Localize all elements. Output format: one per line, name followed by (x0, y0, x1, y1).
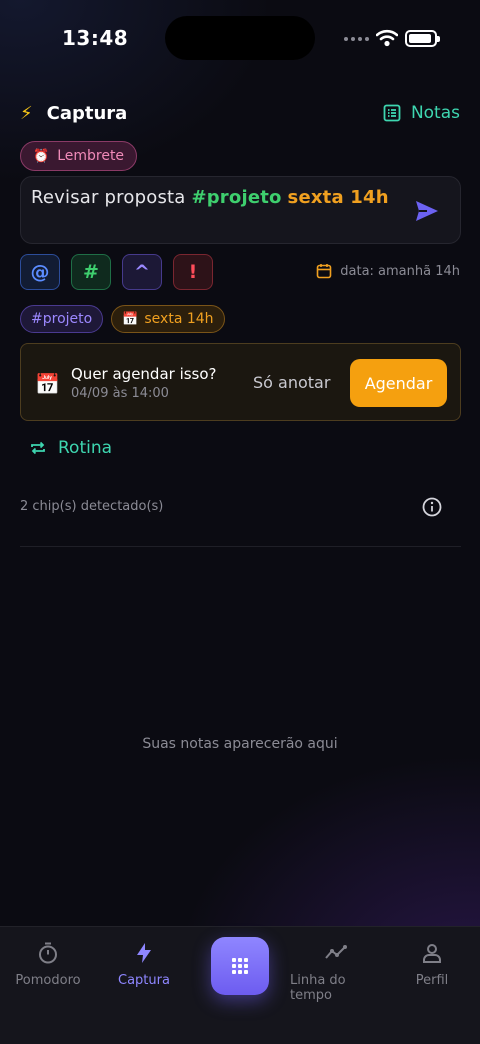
input-date-token: sexta 14h (287, 187, 389, 208)
nav-capture-label: Captura (118, 973, 170, 988)
repeat-icon (31, 441, 45, 455)
tag-chip-label: #projeto (31, 311, 93, 327)
routine-label: Rotina (58, 438, 113, 458)
notes-button[interactable]: Notas (383, 103, 460, 123)
mention-button[interactable]: @ (20, 254, 60, 290)
empty-state: Suas notas aparecerão aqui (142, 736, 338, 752)
token-toolbar: @ # ^ ! (20, 254, 213, 290)
battery-icon (405, 30, 440, 47)
schedule-datetime: 04/09 às 14:00 (71, 386, 169, 401)
calendar-icon (316, 264, 332, 279)
nav-pomodoro[interactable]: Pomodoro (15, 941, 81, 988)
schedule-button[interactable]: Agendar (350, 359, 447, 407)
date-hint: data: amanhã 14h (316, 263, 460, 279)
lightning-icon: ⚡ (20, 102, 33, 124)
capture-input[interactable]: Revisar proposta #projeto sexta 14h (20, 176, 461, 244)
priority-button[interactable]: ^ (122, 254, 162, 290)
nav-profile[interactable]: Perfil (414, 941, 450, 988)
calendar-icon: 📅 (122, 311, 139, 327)
apps-grid-button[interactable] (211, 937, 269, 995)
tag-button[interactable]: # (71, 254, 111, 290)
bottom-navigation: Pomodoro Captura Linha do tempo Perfil (0, 926, 480, 1044)
nav-timeline[interactable]: Linha do tempo (290, 941, 382, 1003)
schedule-question: Quer agendar isso? (71, 365, 217, 383)
grid-icon (232, 958, 248, 974)
status-bar: 13:48 (0, 0, 480, 78)
detected-chips: #projeto 📅 sexta 14h (20, 305, 225, 333)
date-chip[interactable]: 📅 sexta 14h (111, 305, 225, 333)
tag-chip[interactable]: #projeto (20, 305, 104, 333)
lightning-icon (137, 943, 151, 963)
input-tag-token: #projeto (191, 187, 282, 208)
cellular-signal-icon (344, 37, 369, 41)
nav-capture[interactable]: Captura (118, 941, 170, 988)
stopwatch-icon (39, 942, 57, 964)
divider (20, 546, 461, 547)
input-plain-text: Revisar proposta (31, 187, 192, 208)
wifi-icon (376, 29, 398, 47)
info-icon[interactable] (422, 497, 442, 517)
detected-count: 2 chip(s) detectado(s) (20, 499, 164, 514)
page-title: Captura (46, 102, 128, 124)
list-icon (383, 104, 401, 122)
alarm-clock-icon: ⏰ (33, 148, 50, 164)
date-hint-text: data: amanhã 14h (340, 263, 460, 279)
routine-button[interactable]: Rotina (30, 438, 112, 458)
dynamic-island (165, 16, 315, 60)
calendar-icon: 📅 (35, 372, 60, 396)
nav-pomodoro-label: Pomodoro (15, 973, 81, 988)
trend-line-icon (325, 945, 347, 959)
status-time: 13:48 (62, 26, 129, 50)
user-icon (423, 944, 441, 963)
reminder-chip-label: Lembrete (57, 148, 125, 164)
nav-timeline-label: Linha do tempo (290, 973, 346, 1003)
nav-profile-label: Perfil (415, 973, 449, 988)
only-note-button[interactable]: Só anotar (253, 373, 330, 392)
notes-label: Notas (410, 103, 460, 123)
reminder-chip[interactable]: ⏰ Lembrete (20, 141, 138, 171)
date-chip-label: sexta 14h (144, 311, 214, 327)
send-icon[interactable] (414, 199, 440, 223)
schedule-prompt-card: 📅 Quer agendar isso? 04/09 às 14:00 Só a… (20, 343, 461, 421)
header: ⚡ Captura Notas (20, 100, 460, 126)
important-button[interactable]: ! (173, 254, 213, 290)
capture-input-text[interactable]: Revisar proposta #projeto sexta 14h (31, 187, 450, 208)
